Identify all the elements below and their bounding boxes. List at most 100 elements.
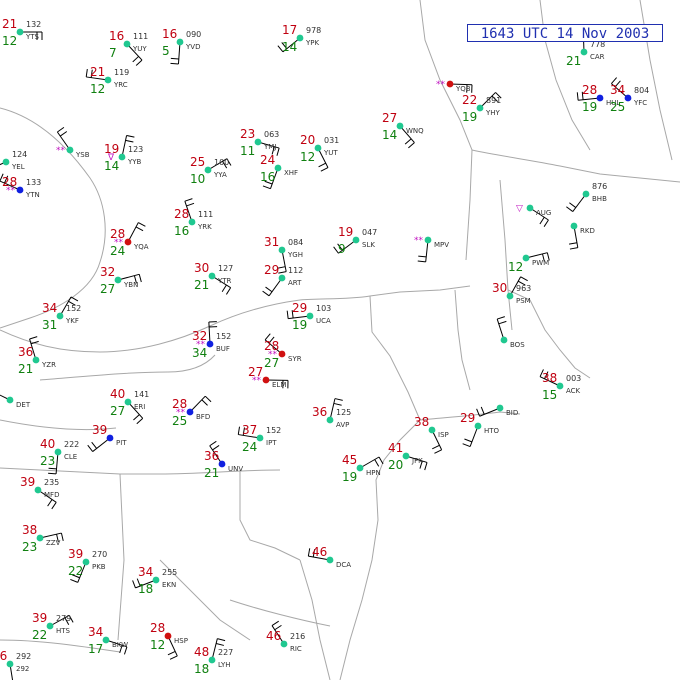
pressure-label: 133 bbox=[26, 178, 41, 187]
wind-barb-feather bbox=[170, 62, 179, 65]
dewpoint-label: 10 bbox=[190, 172, 205, 186]
wind-barb-feather bbox=[333, 402, 342, 406]
station-id-label: YQB bbox=[455, 85, 471, 93]
temperature-label: 38 bbox=[22, 523, 37, 537]
station-plot-YRC: 21 12 119 YRC bbox=[85, 65, 129, 96]
station-id-label: YBN bbox=[123, 281, 138, 289]
sky-cover-symbol bbox=[396, 122, 404, 130]
pressure-label: 063 bbox=[264, 130, 279, 139]
dewpoint-label: 14 bbox=[382, 128, 397, 142]
sky-cover-symbol bbox=[274, 164, 282, 172]
sky-cover-symbol bbox=[474, 422, 482, 430]
station-plot-YUY: 16 7 111 YUY bbox=[109, 29, 148, 66]
temperature-label: 22 bbox=[462, 93, 477, 107]
dewpoint-label: 9 bbox=[338, 242, 346, 256]
weather-symbol: ** bbox=[196, 340, 206, 350]
pressure-label: 132 bbox=[26, 20, 41, 29]
sky-cover-symbol bbox=[2, 158, 10, 166]
station-id-label: YEL bbox=[11, 163, 25, 171]
boundary-line bbox=[539, 0, 591, 151]
sky-cover-symbol bbox=[36, 534, 44, 542]
station-id-label: MFD bbox=[44, 491, 59, 499]
wind-barb-feather bbox=[539, 216, 545, 225]
wind-barb-feather bbox=[417, 260, 426, 263]
dewpoint-label: 19 bbox=[342, 470, 357, 484]
dewpoint-label: 15 bbox=[542, 388, 557, 402]
wind-barb-feather bbox=[520, 276, 528, 282]
wind-barb-feather bbox=[201, 399, 208, 406]
temperature-label: 27 bbox=[382, 111, 397, 125]
station-plot-AUG: AUG ▽ bbox=[516, 204, 551, 227]
sky-cover-symbol bbox=[582, 190, 590, 198]
temperature-label: 29 bbox=[460, 411, 475, 425]
sky-cover-symbol bbox=[188, 218, 196, 226]
station-id-label: HTO bbox=[484, 427, 500, 435]
temperature-label: 40 bbox=[110, 387, 125, 401]
station-id-label: YYB bbox=[127, 158, 142, 166]
pressure-label: 112 bbox=[288, 266, 303, 275]
station-plot-SYR: 2827 SYR** bbox=[264, 333, 302, 370]
station-plot-XHF: 24 16 XHF bbox=[260, 153, 298, 190]
temperature-label: 36 bbox=[312, 405, 327, 419]
sky-cover-symbol bbox=[526, 204, 534, 212]
wind-barb-feather bbox=[136, 417, 144, 425]
wind-barb-feather bbox=[59, 131, 68, 137]
station-plot-YRK: 28 16 111 YRK bbox=[174, 198, 213, 238]
station-id-label: MPV bbox=[434, 241, 449, 249]
station-id-label: RKD bbox=[580, 227, 595, 235]
dewpoint-label: 12 bbox=[300, 150, 315, 164]
boundary-line bbox=[454, 289, 471, 391]
temperature-label: 37 bbox=[242, 423, 257, 437]
sky-cover-symbol bbox=[186, 408, 194, 416]
temperature-label: 31 bbox=[264, 235, 279, 249]
station-plot-SLK: 19 9 047 SLK bbox=[333, 225, 377, 256]
station-plot-YUT: 20 12 031 YUT bbox=[300, 133, 339, 172]
wind-barb-feather bbox=[286, 310, 289, 319]
station-plot-BFD: 2825 BFD** bbox=[172, 395, 212, 428]
temperature-label: 39 bbox=[32, 611, 47, 625]
wind-barb-feather bbox=[318, 162, 326, 168]
wind-barb-feather bbox=[569, 247, 578, 250]
wind-barb-feather bbox=[48, 467, 57, 470]
boundary-line bbox=[117, 473, 125, 641]
temperature-label: 28 bbox=[174, 207, 189, 221]
dewpoint-label: 19 bbox=[462, 110, 477, 124]
station-id-label: HPN bbox=[366, 469, 381, 477]
station-plot-YSB: YSB ** bbox=[56, 126, 90, 159]
dewpoint-label: 23 bbox=[40, 454, 55, 468]
surface-analysis-map: 21 12 132 YTS 16 7 111 YUY 16 5 090 YVD 17 14 978 YPK 21… bbox=[0, 0, 680, 680]
station-id-label: YQA bbox=[133, 243, 149, 251]
pressure-label: 103 bbox=[316, 304, 331, 313]
pressure-label: 125 bbox=[336, 408, 351, 417]
temperature-label: 46 bbox=[266, 629, 281, 643]
sky-cover-symbol bbox=[356, 464, 364, 472]
station-plot-292: 36 292 292 bbox=[0, 649, 31, 680]
sky-cover-symbol bbox=[254, 138, 262, 146]
wind-barb-feather bbox=[57, 126, 65, 133]
wind-barb-feather bbox=[87, 444, 94, 452]
pressure-label: 084 bbox=[288, 238, 303, 247]
dewpoint-label: 18 bbox=[194, 662, 209, 676]
station-id-label: PKB bbox=[92, 563, 106, 571]
dewpoint-label: 12 bbox=[508, 260, 523, 274]
temperature-label: 40 bbox=[40, 437, 55, 451]
dewpoint-label: 21 bbox=[204, 466, 219, 480]
sky-cover-symbol bbox=[476, 104, 484, 112]
dewpoint-label: 23 bbox=[22, 540, 37, 554]
station-plot-RIC: 46 216 RIC bbox=[266, 620, 305, 653]
station-plots: 21 12 132 YTS 16 7 111 YUY 16 5 090 YVD 17 14 978 YPK 21… bbox=[0, 17, 649, 680]
station-plot-ART: 29 112 ART bbox=[262, 263, 303, 297]
pressure-label: 978 bbox=[306, 26, 321, 35]
boundary-line bbox=[499, 179, 513, 331]
dewpoint-label: 27 bbox=[100, 282, 115, 296]
sky-cover-symbol bbox=[570, 222, 578, 230]
dewpoint-label: 25 bbox=[610, 100, 625, 114]
pressure-label: 111 bbox=[198, 210, 213, 219]
temperature-label: 46 bbox=[312, 545, 327, 559]
wind-barb-feather bbox=[543, 219, 549, 227]
dewpoint-label: 21 bbox=[18, 362, 33, 376]
boundary-line bbox=[299, 559, 331, 680]
wind-barb-feather bbox=[70, 578, 78, 583]
sky-cover-symbol bbox=[54, 448, 62, 456]
station-plot-ERI: 40 27 141 ERI bbox=[110, 387, 149, 425]
